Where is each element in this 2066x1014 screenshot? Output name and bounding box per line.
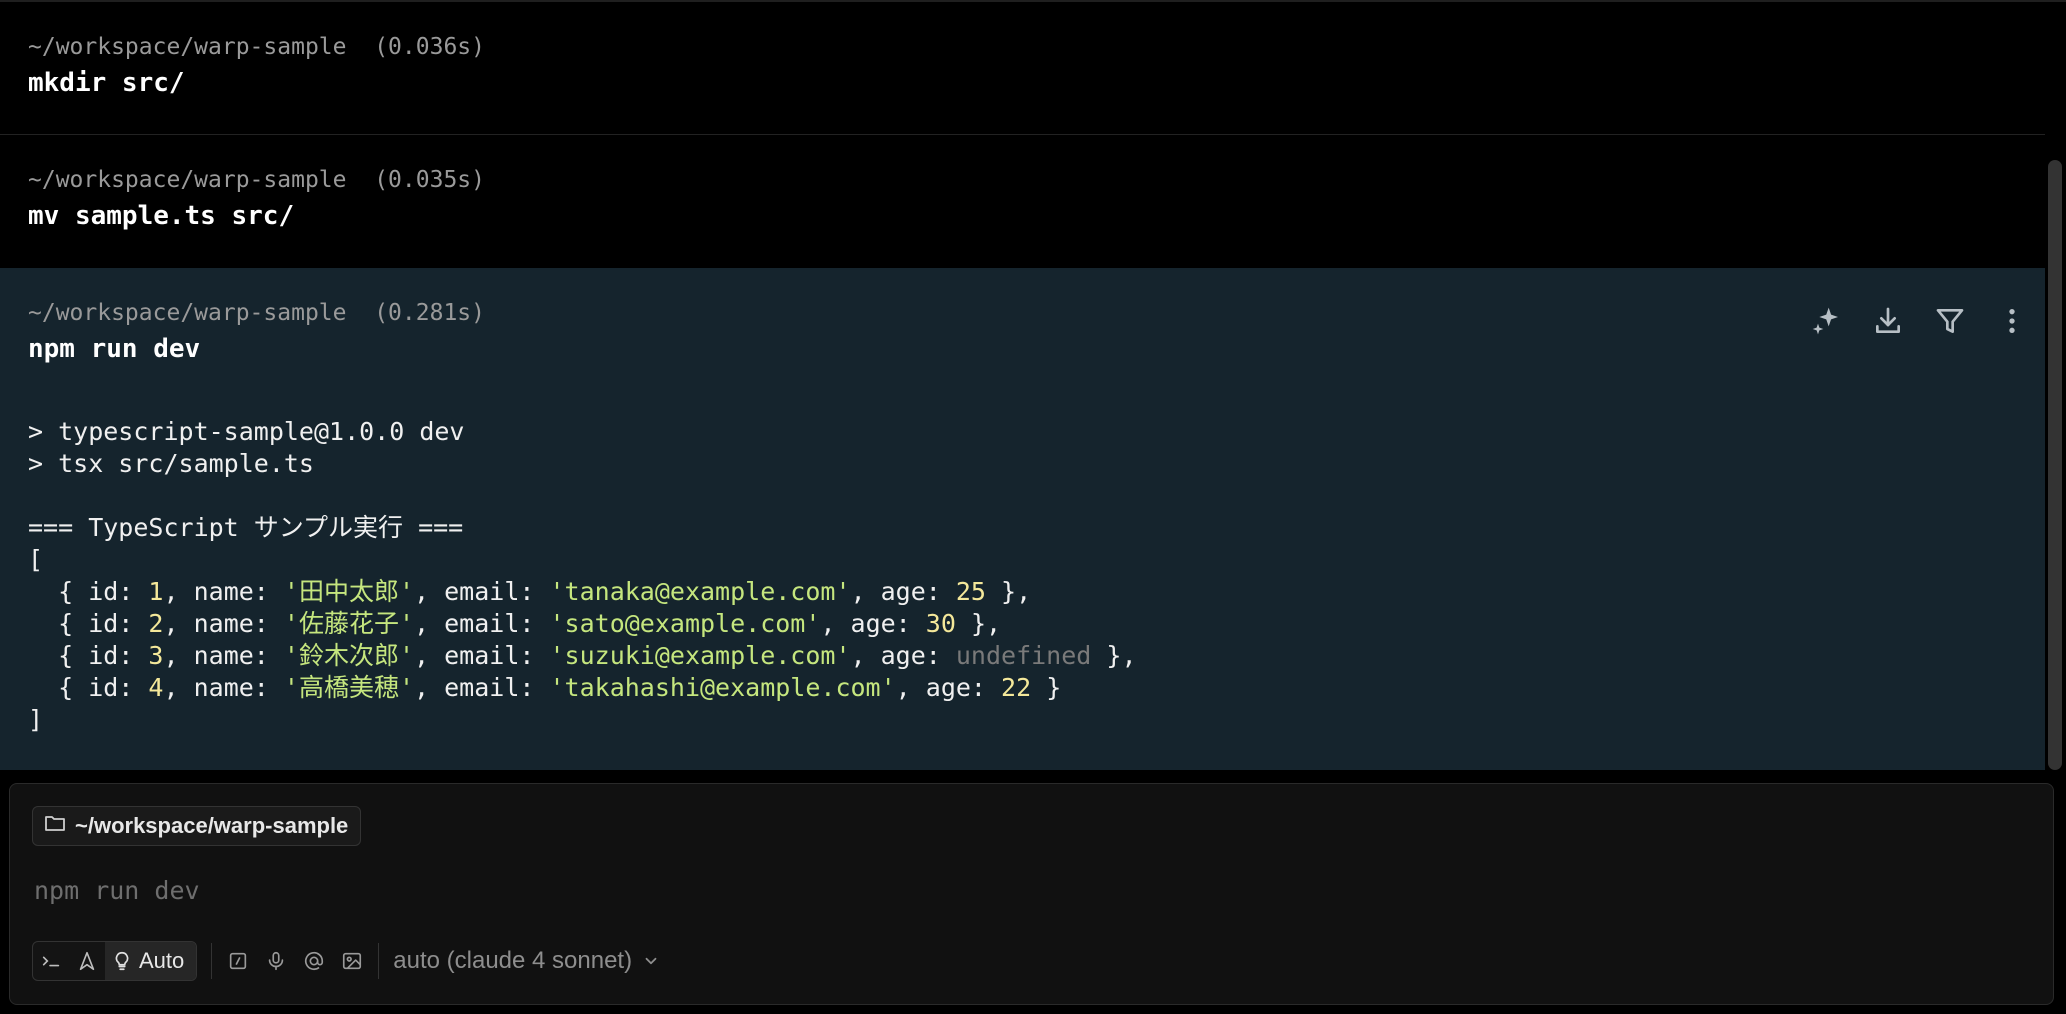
number-value: 4 [148, 673, 164, 702]
toolbar-divider [211, 943, 213, 979]
output-record-line: { id: 1, name: '田中太郎', email: 'tanaka@ex… [28, 577, 1032, 606]
output-record-line: { id: 3, name: '鈴木次郎', email: 'suzuki@ex… [28, 641, 1137, 670]
command-block-mkdir[interactable]: ~/workspace/warp-sample (0.036s) mkdir s… [0, 2, 2045, 135]
command-input-placeholder[interactable]: npm run dev [34, 876, 200, 905]
number-value: 30 [925, 609, 956, 638]
block-meta: ~/workspace/warp-sample (0.036s) [28, 34, 485, 60]
more-vertical-icon[interactable] [1995, 304, 2029, 338]
string-value: 'suzuki@example.com' [549, 641, 851, 670]
cwd-label: ~/workspace/warp-sample [75, 813, 349, 838]
auto-mode-label: Auto [139, 948, 185, 973]
block-toolbar [1809, 304, 2029, 338]
slash-command-icon[interactable] [226, 949, 250, 973]
toolbar-divider [378, 943, 380, 979]
input-editor[interactable]: ~/workspace/warp-sample npm run dev Auto [9, 783, 2054, 1005]
chevron-down-icon [645, 957, 657, 965]
undefined-value: undefined [955, 641, 1092, 670]
string-value: 'sato@example.com' [549, 609, 821, 638]
microphone-icon[interactable] [264, 949, 288, 973]
folder-icon [43, 811, 67, 841]
lightbulb-icon [115, 951, 129, 971]
number-value: 25 [955, 577, 986, 606]
command-output: > typescript-sample@1.0.0 dev > tsx src/… [28, 417, 1137, 734]
image-attach-icon[interactable] [340, 949, 364, 973]
string-value: '佐藤花子' [283, 609, 415, 638]
block-command: mv sample.ts src/ [28, 201, 295, 231]
cwd-chip[interactable]: ~/workspace/warp-sample [32, 806, 362, 846]
string-value: 'tanaka@example.com' [549, 577, 851, 606]
block-meta: ~/workspace/warp-sample (0.035s) [28, 167, 485, 193]
input-actions [226, 949, 364, 973]
input-toolbar: Auto auto (claude 4 sonnet) [32, 941, 660, 981]
output-records: { id: 1, name: '田中太郎', email: 'tanaka@ex… [28, 577, 1137, 702]
at-mention-icon[interactable] [302, 949, 326, 973]
block-command: npm run dev [28, 334, 201, 364]
auto-mode-button[interactable]: Auto [105, 942, 197, 980]
string-value: 'takahashi@example.com' [549, 673, 896, 702]
string-value: '田中太郎' [283, 577, 415, 606]
number-value: 1 [148, 577, 164, 606]
command-block-mv[interactable]: ~/workspace/warp-sample (0.035s) mv samp… [0, 135, 2045, 268]
ai-sparkle-icon[interactable] [1809, 304, 1843, 338]
model-label: auto (claude 4 sonnet) [393, 947, 633, 974]
terminal-mode-icon[interactable] [33, 942, 69, 980]
scrollbar[interactable] [2048, 160, 2062, 770]
download-icon[interactable] [1871, 304, 1905, 338]
string-value: '鈴木次郎' [283, 641, 415, 670]
string-value: '高橋美穂' [283, 673, 415, 702]
block-command: mkdir src/ [28, 68, 185, 98]
output-record-line: { id: 4, name: '高橋美穂', email: 'takahashi… [28, 673, 1062, 702]
command-block-npm-run-dev[interactable]: ~/workspace/warp-sample (0.281s) npm run… [0, 268, 2045, 770]
filter-icon[interactable] [1933, 304, 1967, 338]
mode-selector: Auto [32, 941, 198, 981]
number-value: 2 [148, 609, 164, 638]
output-record-line: { id: 2, name: '佐藤花子', email: 'sato@exam… [28, 609, 1002, 638]
block-meta: ~/workspace/warp-sample (0.281s) [28, 300, 485, 326]
number-value: 3 [148, 641, 164, 670]
number-value: 22 [1001, 673, 1032, 702]
agent-mode-icon[interactable] [69, 942, 105, 980]
model-selector[interactable]: auto (claude 4 sonnet) [393, 947, 660, 975]
